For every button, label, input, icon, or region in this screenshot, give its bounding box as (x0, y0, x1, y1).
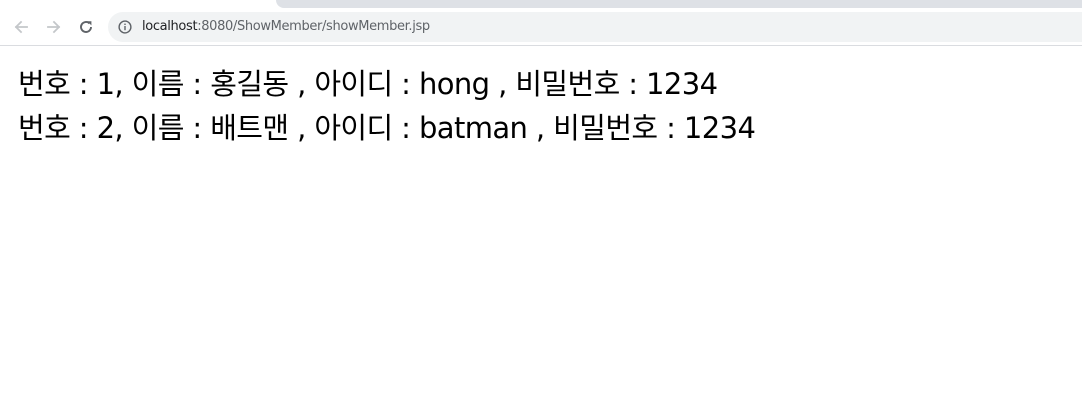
member-row: 번호 : 2, 이름 : 배트맨 , 아이디 : batman , 비밀번호 :… (18, 111, 756, 145)
url-host: localhost (142, 19, 198, 34)
arrow-right-icon (47, 20, 61, 34)
reload-button[interactable] (73, 14, 99, 40)
tab-strip-background (276, 0, 1082, 8)
address-bar[interactable]: localhost:8080/ShowMember/showMember.jsp (108, 12, 1082, 42)
url-text[interactable]: localhost:8080/ShowMember/showMember.jsp (142, 12, 430, 42)
url-path: :8080/ShowMember/showMember.jsp (197, 19, 430, 34)
reload-icon (80, 21, 92, 33)
browser-toolbar: localhost:8080/ShowMember/showMember.jsp (0, 9, 1082, 46)
page-content: 번호 : 1, 이름 : 홍길동 , 아이디 : hong , 비밀번호 : 1… (18, 62, 1082, 150)
arrow-left-icon (14, 20, 28, 34)
back-button[interactable] (8, 14, 34, 40)
info-circle-icon[interactable] (118, 20, 132, 34)
forward-button[interactable] (41, 14, 67, 40)
tab-strip (0, 0, 1082, 9)
member-row: 번호 : 1, 이름 : 홍길동 , 아이디 : hong , 비밀번호 : 1… (18, 67, 718, 101)
